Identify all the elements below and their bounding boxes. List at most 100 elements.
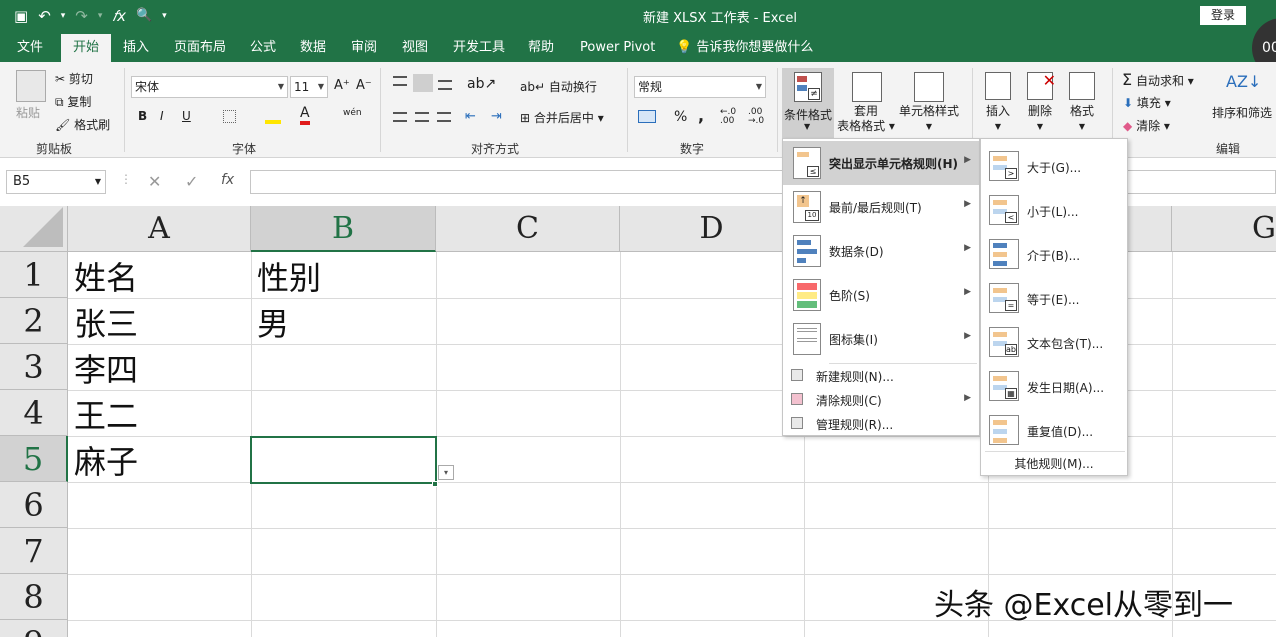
tab-page-layout[interactable]: 页面布局 [174, 34, 226, 62]
row-header-9[interactable]: 9 [0, 620, 68, 637]
column-header-g[interactable]: G [1172, 206, 1276, 252]
row-header-8[interactable]: 8 [0, 574, 68, 620]
number-format-select[interactable]: 常规 ▼ [634, 76, 766, 98]
menu-item-clear-rules[interactable]: 清除规则(C) ▶ [783, 388, 979, 410]
cancel-icon[interactable]: ✕ [148, 172, 161, 191]
menu-item-greater-than[interactable]: > 大于(G)... [981, 143, 1127, 187]
name-box[interactable]: B5 ▼ [6, 170, 106, 194]
tab-insert[interactable]: 插入 [123, 34, 149, 62]
fill-button[interactable]: ⬇ 填充 ▾ [1123, 94, 1171, 111]
paste-options-icon[interactable]: ▾ [438, 465, 454, 480]
font-name-select[interactable]: 宋体 ▼ [131, 76, 288, 98]
row-header-4[interactable]: 4 [0, 390, 68, 436]
tab-file[interactable]: 文件 [17, 34, 43, 62]
sort-filter-button[interactable]: 排序和筛选 [1212, 104, 1272, 121]
increase-indent-icon[interactable]: ⇥ [491, 109, 502, 124]
row-header-7[interactable]: 7 [0, 528, 68, 574]
shrink-font-button[interactable]: A⁻ [356, 78, 372, 93]
tab-formulas[interactable]: 公式 [250, 34, 276, 62]
table-format-icon[interactable] [852, 72, 882, 102]
column-header-d[interactable]: D [620, 206, 804, 252]
clear-button[interactable]: ◆ 清除 ▾ [1123, 117, 1170, 134]
italic-button[interactable]: I [160, 109, 164, 123]
align-top-icon[interactable] [393, 76, 407, 86]
comma-button[interactable]: , [698, 106, 704, 125]
accounting-format-icon[interactable] [638, 110, 656, 123]
tab-home[interactable]: 开始 [61, 34, 112, 62]
increase-decimal-button[interactable]: ←.0 .00 [720, 108, 742, 126]
fill-handle[interactable] [432, 481, 438, 487]
column-header-a[interactable]: A [68, 206, 251, 252]
cell-styles-button[interactable]: 单元格样式 ▼ [896, 104, 962, 134]
menu-item-icon-sets[interactable]: 图标集(I) ▶ [783, 317, 979, 361]
paste-button[interactable]: 粘贴 [16, 104, 40, 121]
cell-styles-icon[interactable] [914, 72, 944, 102]
font-color-button[interactable]: A [300, 106, 310, 125]
align-left-icon[interactable] [393, 112, 407, 122]
fill-color-icon[interactable] [265, 108, 281, 124]
menu-item-less-than[interactable]: < 小于(L)... [981, 187, 1127, 231]
menu-item-equal-to[interactable]: = 等于(E)... [981, 275, 1127, 319]
paste-icon[interactable] [16, 70, 46, 102]
menu-item-duplicate-values[interactable]: 重复值(D)... [981, 407, 1127, 451]
cell-b2[interactable]: 男 [251, 301, 289, 347]
conditional-formatting-button[interactable]: ≠ 条件格式 ▼ [782, 68, 834, 140]
align-middle-icon[interactable] [413, 74, 433, 92]
autosum-button[interactable]: Σ 自动求和 ▾ [1122, 70, 1194, 89]
tab-data[interactable]: 数据 [300, 34, 326, 62]
menu-item-text-contains[interactable]: ab 文本包含(T)... [981, 319, 1127, 363]
borders-icon[interactable] [223, 110, 236, 123]
phonetic-button[interactable]: wén [343, 108, 362, 118]
select-all-button[interactable] [0, 206, 68, 252]
font-size-select[interactable]: 11 ▼ [290, 76, 328, 98]
active-cell-b5[interactable] [250, 436, 437, 484]
decrease-indent-icon[interactable]: ⇤ [465, 109, 476, 124]
column-header-c[interactable]: C [436, 206, 620, 252]
align-bottom-icon[interactable] [438, 80, 452, 90]
row-header-2[interactable]: 2 [0, 298, 68, 344]
cell-a1[interactable]: 姓名 [68, 255, 138, 301]
login-button[interactable]: 登录 [1200, 6, 1246, 25]
grow-font-button[interactable]: A⁺ [334, 78, 350, 93]
decrease-decimal-button[interactable]: .00 →.0 [748, 108, 770, 126]
insert-cells-button[interactable]: 插入 ▼ [980, 104, 1016, 134]
menu-item-highlight-rules[interactable]: ≤ 突出显示单元格规则(H) ▶ [783, 141, 979, 185]
menu-item-manage-rules[interactable]: 管理规则(R)... [783, 412, 979, 434]
menu-item-top-bottom-rules[interactable]: ↑ 10 最前/最后规则(T) ▶ [783, 185, 979, 229]
cut-button[interactable]: ✂ 剪切 [55, 70, 93, 87]
menu-item-new-rule[interactable]: 新建规则(N)... [783, 364, 979, 386]
menu-item-between[interactable]: 介于(B)... [981, 231, 1127, 275]
cell-a2[interactable]: 张三 [68, 301, 138, 347]
orientation-icon[interactable]: ab↗ [467, 76, 496, 92]
cell-b1[interactable]: 性别 [251, 255, 321, 301]
cell-a4[interactable]: 王二 [68, 393, 138, 439]
tab-help[interactable]: 帮助 [528, 34, 554, 62]
align-right-icon[interactable] [437, 112, 451, 122]
format-as-table-button[interactable]: 套用 表格格式 ▾ [836, 104, 896, 134]
format-painter-button[interactable]: 🖌 格式刷 [55, 116, 110, 133]
menu-item-data-bars[interactable]: 数据条(D) ▶ [783, 229, 979, 273]
underline-button[interactable]: U [182, 109, 191, 123]
tell-me-search[interactable]: 💡 告诉我你想要做什么 [676, 34, 813, 62]
delete-cells-icon[interactable]: ✕ [1027, 71, 1056, 100]
copy-button[interactable]: ⧉ 复制 [55, 93, 91, 110]
merge-center-button[interactable]: ⊞ 合并后居中 ▾ [520, 109, 604, 126]
menu-item-color-scales[interactable]: 色阶(S) ▶ [783, 273, 979, 317]
menu-item-more-rules[interactable]: 其他规则(M)... [981, 455, 1127, 472]
cell-a3[interactable]: 李四 [68, 347, 138, 393]
menu-item-date-occurring[interactable]: ▦ 发生日期(A)... [981, 363, 1127, 407]
format-cells-icon[interactable] [1069, 72, 1095, 100]
row-header-6[interactable]: 6 [0, 482, 68, 528]
delete-cells-button[interactable]: 删除 ▼ [1022, 104, 1058, 134]
bold-button[interactable]: B [138, 109, 147, 123]
column-header-b[interactable]: B [251, 206, 436, 252]
insert-function-button[interactable]: fx [221, 172, 234, 188]
cell-a5[interactable]: 麻子 [68, 439, 138, 485]
tab-review[interactable]: 审阅 [351, 34, 377, 62]
row-header-5[interactable]: 5 [0, 436, 68, 482]
wrap-text-button[interactable]: ab↵ 自动换行 [520, 78, 597, 95]
align-center-icon[interactable] [415, 112, 429, 122]
tab-developer[interactable]: 开发工具 [453, 34, 505, 62]
percent-button[interactable]: % [674, 109, 687, 125]
sort-filter-icon[interactable]: AZ↓ [1226, 72, 1261, 91]
